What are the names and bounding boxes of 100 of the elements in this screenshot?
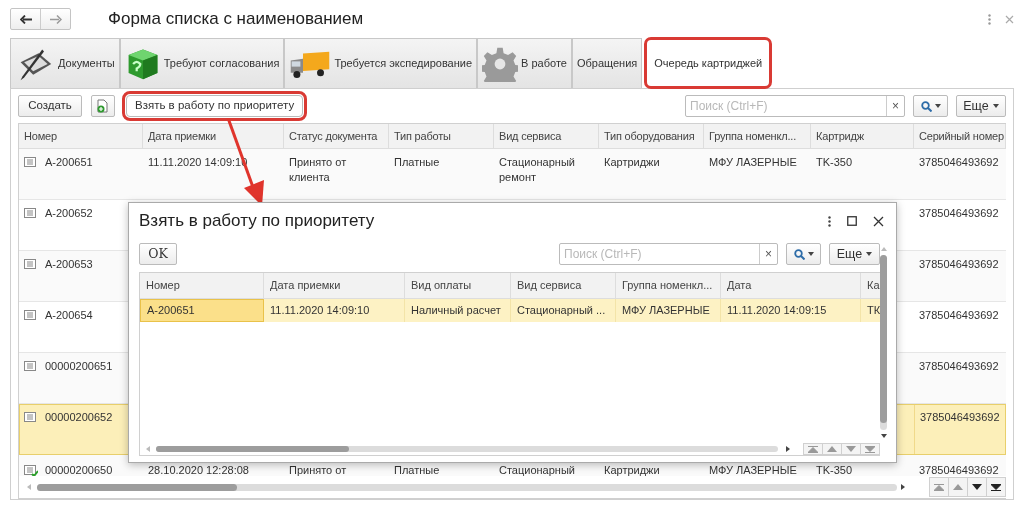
more-button[interactable]: Еще [829, 243, 880, 265]
table-cell: 3785046493692 [919, 205, 999, 221]
first-icon [934, 483, 944, 491]
table-cell-text: Стационарный ремонт [499, 154, 576, 185]
more-options-icon[interactable] [828, 215, 831, 227]
vertical-scrollbar[interactable] [880, 255, 887, 430]
page-down-button[interactable] [967, 477, 987, 498]
column-header[interactable]: Тип работы [389, 124, 494, 148]
column-header[interactable]: Группа номенкл... [704, 124, 811, 148]
search-field[interactable]: Поиск (Ctrl+F) × [685, 95, 905, 117]
up-icon [953, 484, 963, 491]
table-cell-text: 11.11.2020 14:09:15 [727, 303, 827, 319]
table-cell: 28.10.2020 12:28:08 [148, 462, 249, 477]
column-header[interactable]: Картридж [811, 124, 914, 148]
search-button[interactable] [913, 95, 948, 117]
scroll-right-icon[interactable] [786, 446, 790, 452]
tab[interactable]: В работе [477, 38, 572, 88]
column-header[interactable]: Вид сервиса [511, 273, 616, 298]
table-cell-text: МФУ ЛАЗЕРНЫЕ [622, 303, 710, 319]
search-icon [793, 248, 805, 260]
tab[interactable]: Документы [10, 38, 120, 88]
table-cell: А-200653 [45, 256, 93, 272]
column-header[interactable]: Группа номенкл... [616, 273, 721, 298]
horizontal-scrollbar[interactable] [37, 483, 897, 491]
last-page-button[interactable] [986, 477, 1006, 498]
search-field[interactable]: Поиск (Ctrl+F) × [559, 243, 778, 265]
first-page-button[interactable] [929, 477, 949, 498]
table-cell: МФУ ЛАЗЕРНЫЕ [709, 154, 797, 170]
clear-button[interactable]: × [759, 244, 777, 264]
scroll-left-icon[interactable] [27, 484, 31, 491]
column-header[interactable]: Номер [140, 273, 264, 298]
last-icon [865, 445, 875, 453]
left-arrow-icon [19, 14, 32, 24]
horizontal-scrollbar[interactable] [156, 446, 778, 452]
column-header[interactable]: Дата приемки [264, 273, 405, 298]
table-cell: TK-350 [816, 462, 853, 477]
document-icon [24, 360, 38, 373]
document-plus-icon [97, 99, 109, 113]
page-up-button[interactable] [822, 443, 842, 455]
table-row[interactable]: А-200651 11.11.2020 14:09:10 Наличный расчет Стационарный ... МФУ ЛАЗЕРНЫЕ 11.11.2020 14:09:15 ТК [140, 299, 880, 322]
clear-button[interactable]: × [886, 96, 904, 116]
tab[interactable]: Требуют согласования [119, 38, 285, 88]
window-title: Форма списка с наименованием [108, 8, 364, 31]
column-header[interactable]: Тип оборудования [599, 124, 704, 148]
table-cell: Стационарный [499, 462, 575, 477]
table-cell: 3785046493692 [919, 358, 999, 374]
document-icon [24, 207, 38, 220]
document-icon [24, 156, 38, 169]
copy-button[interactable] [91, 95, 115, 117]
table-cell: Платные [394, 154, 440, 170]
tab[interactable]: Очередь картриджей [645, 38, 772, 88]
tab[interactable]: Требуется экспедирование [284, 38, 478, 88]
table-cell: 3785046493692 [920, 409, 1000, 425]
column-header[interactable]: Статус документа [284, 124, 389, 148]
table-cell: TK-350 [816, 154, 853, 170]
first-page-button[interactable] [803, 443, 823, 455]
document-icon [24, 309, 38, 322]
table-cell-text: ТК [867, 303, 880, 319]
right-arrow-icon [49, 14, 62, 24]
table-cell: А-200652 [45, 205, 93, 221]
first-icon [808, 445, 818, 453]
scroll-left-icon[interactable] [146, 446, 150, 452]
column-header[interactable]: Вид сервиса [494, 124, 599, 148]
table-cell: 00000200651 [45, 358, 113, 374]
search-icon [920, 100, 932, 112]
tab[interactable]: Обращения [571, 38, 643, 88]
close-icon[interactable] [873, 215, 884, 227]
table-cell-text: 11.11.2020 14:09:10 [270, 303, 370, 319]
document-icon [24, 411, 38, 424]
table-cell: 3785046493692 [919, 154, 999, 170]
scroll-right-icon[interactable] [901, 484, 905, 491]
table-cell: 00000200650 [45, 462, 113, 477]
maximize-icon[interactable] [847, 216, 857, 226]
create-button[interactable]: Создать [18, 95, 82, 117]
last-icon [991, 483, 1001, 491]
more-button[interactable]: Еще [956, 95, 1006, 117]
column-header[interactable]: Серийный номер [914, 124, 1006, 148]
ok-button[interactable]: OK [139, 243, 177, 265]
table-cell: Принято от [289, 462, 347, 477]
column-header[interactable]: Дата [721, 273, 861, 298]
table-cell: 00000200652 [45, 409, 113, 425]
scroll-down-icon[interactable] [880, 434, 887, 438]
posted-document-icon [24, 464, 38, 477]
column-header[interactable]: Номер [19, 124, 143, 148]
caret-icon [934, 104, 941, 108]
gear-icon [482, 45, 519, 82]
table-cell: А-200651 [45, 154, 93, 170]
table-cell: МФУ ЛАЗЕРНЫЕ [709, 462, 797, 477]
table-cell-text: Наличный расчет [411, 303, 501, 319]
up-icon [827, 446, 837, 452]
down-icon [846, 446, 856, 452]
column-header[interactable]: Вид оплаты [405, 273, 511, 298]
column-header[interactable]: Дата приемки [143, 124, 284, 148]
table-cell: А-200654 [45, 307, 93, 323]
search-button[interactable] [786, 243, 821, 265]
dialog-title: Взять в работу по приоритету [139, 210, 375, 233]
table-cell: 3785046493692 [919, 462, 999, 477]
document-icon [24, 258, 38, 271]
caret-icon [992, 104, 999, 108]
table-cell: 3785046493692 [919, 256, 999, 272]
